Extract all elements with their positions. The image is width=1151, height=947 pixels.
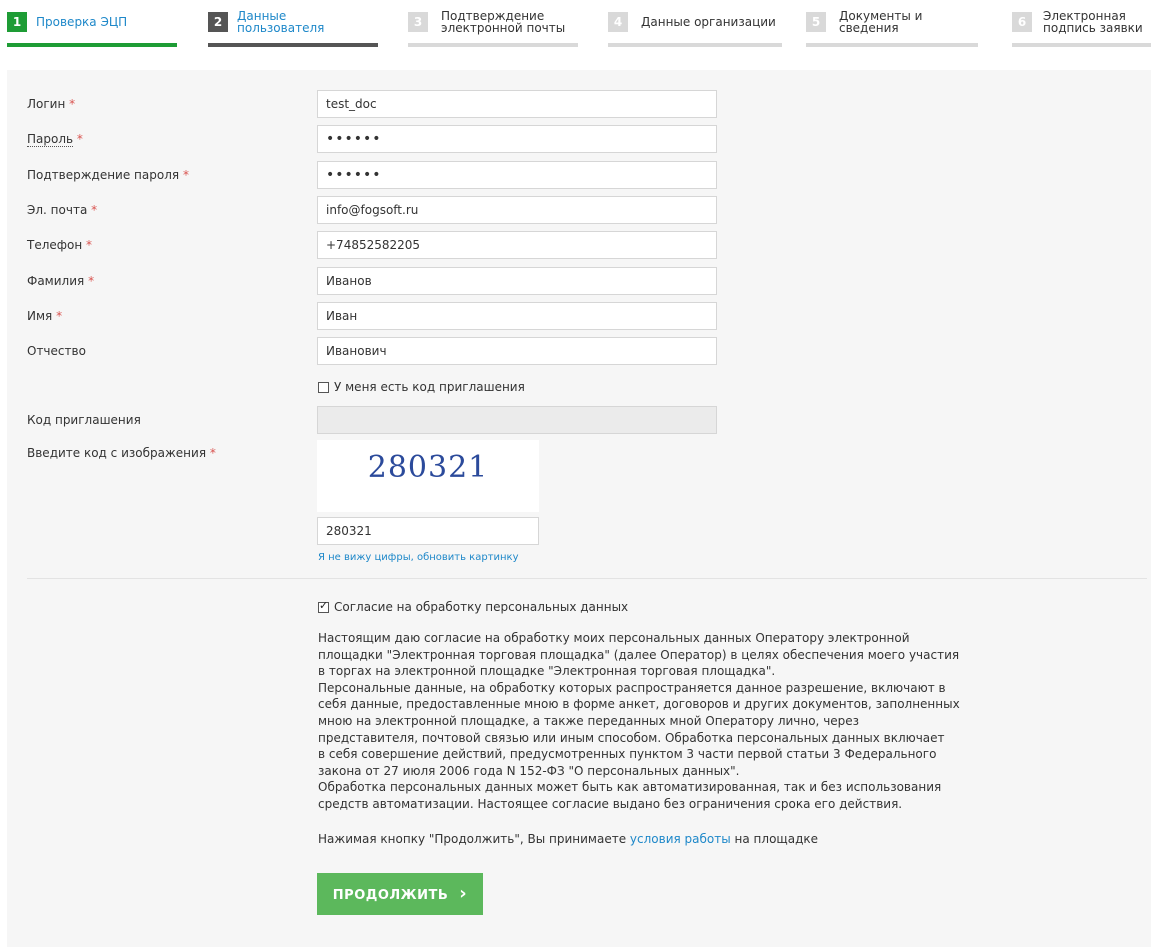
email-input[interactable]: info@fogsoft.ru — [317, 196, 717, 224]
step-4-label: Данные организации — [641, 15, 776, 29]
step-6-progress-bar — [1012, 43, 1151, 47]
step-2-label-line2: пользователя — [237, 21, 325, 35]
phone-label: Телефон * — [27, 238, 93, 252]
required-mark: * — [209, 446, 216, 460]
terms-prefix: Нажимая кнопку "Продолжить", Вы принимае… — [318, 832, 627, 846]
step-6-label: Электронная подпись заявки — [1043, 10, 1143, 34]
invite-code-row: Код приглашения — [7, 406, 1151, 436]
login-row: Логин * test_doc — [7, 90, 1151, 120]
consent-line: Настоящим даю согласие на обработку моих… — [318, 631, 910, 645]
captcha-image-text: 280321 — [367, 450, 489, 485]
step-6-number: 6 — [1012, 12, 1032, 32]
login-label: Логин * — [27, 97, 76, 111]
consent-line: Персональные данные, на обработку которы… — [318, 680, 946, 695]
consent-checkbox[interactable] — [318, 599, 329, 613]
step-6-label-line2: подпись заявки — [1043, 21, 1143, 35]
email-row: Эл. почта * info@fogsoft.ru — [7, 196, 1151, 226]
step-3-progress-bar — [408, 43, 578, 47]
captcha-label: Введите код с изображения * — [27, 446, 216, 460]
step-3-number: 3 — [408, 12, 428, 32]
step-4-number: 4 — [608, 12, 628, 32]
password-row: Пароль * •••••• — [7, 125, 1151, 155]
patronymic-label: Отчество — [27, 344, 86, 358]
step-2[interactable]: 2 Данные пользователя — [208, 10, 378, 50]
step-5: 5 Документы и сведения — [806, 10, 978, 50]
step-5-number: 5 — [806, 12, 826, 32]
password-confirm-label: Подтверждение пароля * — [27, 168, 189, 182]
consent-line: площадки "Электронная торговая площадка"… — [318, 647, 960, 662]
step-1-number: 1 — [7, 12, 27, 32]
consent-line: представителя, почтовой связью или иным … — [318, 730, 945, 745]
captcha-row: Введите код с изображения * — [7, 442, 1151, 462]
required-mark: * — [76, 132, 83, 146]
phone-row: Телефон * +74852582205 — [7, 231, 1151, 261]
surname-input[interactable]: Иванов — [317, 267, 717, 295]
step-3-label-line2: электронной почты — [441, 21, 566, 35]
terms-notice: Нажимая кнопку "Продолжить", Вы принимае… — [318, 832, 818, 846]
step-3-label: Подтверждение электронной почты — [441, 10, 565, 34]
invite-checkbox-label: У меня есть код приглашения — [334, 380, 525, 394]
section-divider — [27, 578, 1147, 579]
step-3: 3 Подтверждение электронной почты — [408, 10, 578, 50]
invite-code-input — [317, 406, 717, 434]
consent-line: мною на электронной площадке, а также пе… — [318, 713, 860, 728]
captcha-refresh-link[interactable]: Я не вижу цифры, обновить картинку — [318, 552, 519, 563]
step-6: 6 Электронная подпись заявки — [1012, 10, 1151, 50]
step-1-label: Проверка ЭЦП — [36, 15, 128, 29]
password-confirm-input[interactable]: •••••• — [317, 161, 717, 189]
consent-line: в себя совершение действий, предусмотрен… — [318, 747, 937, 762]
consent-line: средств автоматизации. Настоящее согласи… — [318, 796, 903, 811]
phone-input[interactable]: +74852582205 — [317, 231, 717, 259]
chevron-right-icon: › — [459, 883, 468, 904]
consent-line: в торгах на электронной площадке "Электр… — [318, 664, 776, 679]
login-input[interactable]: test_doc — [317, 90, 717, 118]
patronymic-row: Отчество Иванович — [7, 337, 1151, 367]
captcha-image: 280321 — [317, 440, 539, 512]
continue-button-label: ПРОДОЛЖИТЬ — [332, 888, 449, 903]
step-2-label: Данные пользователя — [237, 10, 324, 34]
registration-form: Логин * test_doc Пароль * •••••• Подтвер… — [7, 70, 1151, 947]
registration-stepper: 1 Проверка ЭЦП 2 Данные пользователя 3 П… — [0, 0, 1151, 70]
required-mark: * — [86, 238, 93, 252]
continue-button[interactable]: ПРОДОЛЖИТЬ › — [317, 873, 483, 915]
required-mark: * — [182, 168, 189, 182]
name-input[interactable]: Иван — [317, 302, 717, 330]
required-mark: * — [88, 274, 95, 288]
patronymic-input[interactable]: Иванович — [317, 337, 717, 365]
step-5-label-line2: сведения — [839, 21, 899, 35]
required-mark: * — [69, 97, 76, 111]
step-5-progress-bar — [806, 43, 978, 47]
consent-line: себя данные, предоставленные мною в форм… — [318, 697, 960, 712]
name-row: Имя * Иван — [7, 302, 1151, 332]
step-1[interactable]: 1 Проверка ЭЦП — [7, 10, 177, 50]
password-confirm-row: Подтверждение пароля * •••••• — [7, 161, 1151, 191]
step-4: 4 Данные организации — [608, 10, 782, 50]
terms-suffix: на площадке — [734, 832, 819, 846]
terms-link[interactable]: условия работы — [630, 832, 731, 846]
required-mark: * — [91, 203, 98, 217]
email-label: Эл. почта * — [27, 203, 98, 217]
password-label[interactable]: Пароль * — [27, 132, 83, 147]
required-mark: * — [56, 309, 63, 323]
consent-text: Настоящим даю согласие на обработку моих… — [318, 630, 978, 813]
captcha-input[interactable]: 280321 — [317, 517, 539, 545]
invite-code-label: Код приглашения — [27, 413, 141, 427]
step-5-label: Документы и сведения — [839, 10, 922, 34]
consent-checkbox-label: Согласие на обработку персональных данны… — [334, 600, 629, 614]
surname-label: Фамилия * — [27, 274, 95, 288]
step-1-progress-bar — [7, 43, 177, 47]
step-2-progress-bar — [208, 43, 378, 47]
step-2-number: 2 — [208, 12, 228, 32]
step-4-progress-bar — [608, 43, 782, 47]
name-label: Имя * — [27, 309, 63, 323]
consent-line: Обработка персональных данных может быть… — [318, 780, 942, 795]
surname-row: Фамилия * Иванов — [7, 267, 1151, 297]
invite-checkbox[interactable] — [318, 382, 329, 393]
consent-line: закона от 27 июля 2006 года N 152-ФЗ "О … — [318, 763, 740, 778]
password-input[interactable]: •••••• — [317, 125, 717, 153]
